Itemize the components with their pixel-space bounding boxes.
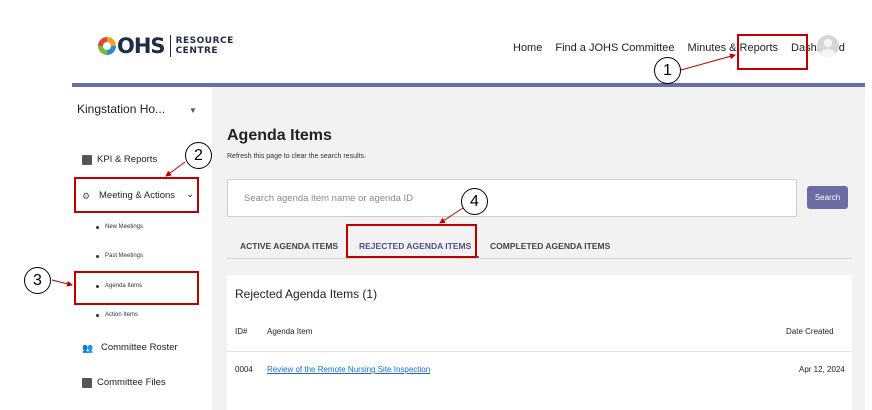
logo-mark-text: OHS <box>117 34 166 58</box>
sidebar-item-committee-files[interactable]: Committee Files <box>82 377 166 388</box>
user-avatar[interactable] <box>817 35 839 57</box>
search-input[interactable]: Search agenda item name or agenda ID <box>227 179 797 217</box>
sidebar-item-label: Committee Files <box>97 377 166 388</box>
subitem-label: Action Items <box>105 312 139 318</box>
bullet-icon <box>96 225 99 229</box>
column-header-date-created: Date Created <box>786 327 834 336</box>
people-icon: 👥 <box>82 342 94 353</box>
row-id: 0004 <box>235 365 253 374</box>
agenda-tabs: ACTIVE AGENDA ITEMS REJECTED AGENDA ITEM… <box>227 238 852 259</box>
sidebar-item-kpi-reports[interactable]: KPI & Reports <box>82 154 157 165</box>
folder-icon <box>82 377 92 388</box>
bullet-icon <box>96 313 99 317</box>
logo-text-line2: CENTRE <box>175 46 219 56</box>
tab-completed-agenda-items[interactable]: COMPLETED AGENDA ITEMS <box>490 241 610 251</box>
column-header-agenda-item: Agenda Item <box>267 327 313 336</box>
sidebar-item-committee-roster[interactable]: 👥 Committee Roster <box>82 342 178 353</box>
chart-icon <box>82 154 92 165</box>
sidebar-item-label: Committee Roster <box>101 342 178 353</box>
tab-active-agenda-items[interactable]: ACTIVE AGENDA ITEMS <box>240 241 338 251</box>
highlight-rejected-tab <box>346 224 477 258</box>
ohs-logo[interactable]: OHS RESOURCE CENTRE <box>98 34 234 58</box>
nav-find-committee[interactable]: Find a JOHS Committee <box>555 42 674 54</box>
card-title: Rejected Agenda Items (1) <box>235 287 378 301</box>
logo-text: RESOURCE CENTRE <box>176 36 234 56</box>
annotation-marker-2: 2 <box>185 142 212 169</box>
highlight-agenda-items <box>74 271 199 305</box>
sidebar: Kingstation Ho... ▼ KPI & Reports ⚙ Meet… <box>72 87 212 410</box>
row-divider <box>227 351 852 352</box>
nav-home[interactable]: Home <box>513 42 542 54</box>
arrow-1 <box>680 53 736 71</box>
sidebar-subitem-past-meetings[interactable]: Past Meetings <box>96 253 143 259</box>
annotation-marker-1: 1 <box>654 57 681 84</box>
subitem-label: New Meetings <box>105 224 144 230</box>
logo-divider <box>169 35 171 57</box>
sidebar-item-label: KPI & Reports <box>97 154 158 165</box>
caret-down-icon[interactable]: ▼ <box>189 106 197 115</box>
page-title: Agenda Items <box>227 127 332 144</box>
subitem-label: Past Meetings <box>105 253 144 259</box>
annotation-marker-3: 3 <box>24 267 51 294</box>
annotation-marker-4: 4 <box>461 188 488 215</box>
logo-mark: OHS <box>98 34 166 58</box>
search-button[interactable]: Search <box>807 186 848 209</box>
row-date: Apr 12, 2024 <box>799 365 845 374</box>
column-header-id: ID# <box>235 327 248 336</box>
arrow-3 <box>51 279 73 287</box>
bullet-icon <box>96 254 99 258</box>
main-content: Agenda Items Refresh this page to clear … <box>212 87 865 410</box>
sidebar-subitem-action-items[interactable]: Action Items <box>96 312 138 318</box>
logo-circle-icon <box>98 37 116 55</box>
rejected-items-card: Rejected Agenda Items (1) ID# Agenda Ite… <box>227 275 852 410</box>
highlight-dashboard <box>737 34 808 70</box>
highlight-meeting-actions <box>74 177 199 213</box>
search-placeholder: Search agenda item name or agenda ID <box>244 192 413 204</box>
page-subtitle: Refresh this page to clear the search re… <box>227 153 366 160</box>
org-selector[interactable]: Kingstation Ho... <box>77 102 165 116</box>
page: OHS RESOURCE CENTRE Home Find a JOHS Com… <box>0 0 872 410</box>
logo-text-line1: RESOURCE <box>175 36 234 46</box>
sidebar-subitem-new-meetings[interactable]: New Meetings <box>96 224 143 230</box>
agenda-item-link[interactable]: Review of the Remote Nursing Site Inspec… <box>267 365 430 374</box>
